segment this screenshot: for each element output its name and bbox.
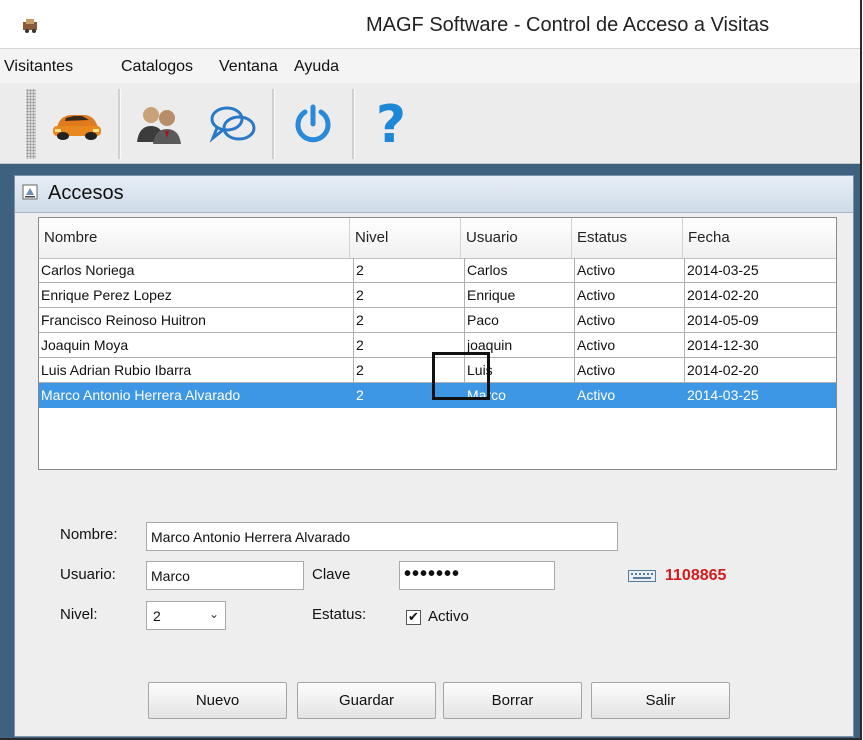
svg-text:?: ?: [376, 96, 406, 152]
cell-nombre: Luis Adrian Rubio Ibarra: [39, 358, 354, 383]
toolbar-help-button[interactable]: ?: [354, 89, 428, 159]
nuevo-button[interactable]: Nuevo: [148, 682, 287, 719]
cell-estatus: Activo: [575, 358, 685, 383]
cell-estatus: Activo: [575, 308, 685, 333]
estatus-label: Estatus:: [312, 606, 367, 623]
table-row[interactable]: Luis Adrian Rubio Ibarra 2 Luis Activo 2…: [39, 358, 836, 383]
cell-fecha: 2014-02-20: [685, 358, 836, 383]
nombre-label: Nombre:: [60, 526, 118, 543]
toolbar-separator: [272, 89, 275, 159]
cell-estatus: Activo: [575, 283, 685, 308]
guardar-button[interactable]: Guardar: [297, 682, 436, 719]
frame-title: Accesos: [48, 182, 124, 204]
cell-usuario: Enrique: [465, 283, 575, 308]
frame-title-bar[interactable]: Accesos: [15, 176, 853, 213]
window-title: MAGF Software - Control de Acceso a Visi…: [366, 14, 770, 36]
cell-usuario: Carlos: [465, 258, 575, 283]
toolbar-users-button[interactable]: [122, 89, 196, 159]
cell-nivel: 2: [354, 283, 465, 308]
toolbar-power-button[interactable]: [276, 89, 350, 159]
toolbar: ?: [0, 83, 860, 164]
column-header-usuario[interactable]: Usuario: [461, 218, 572, 258]
app-icon: [23, 19, 37, 33]
cell-nivel: 2: [354, 358, 465, 383]
table-row[interactable]: Francisco Reinoso Huitron 2 Paco Activo …: [39, 308, 836, 333]
cell-nombre: Enrique Perez Lopez: [39, 283, 354, 308]
help-icon: ?: [376, 96, 406, 152]
cell-fecha: 2014-05-09: [685, 308, 836, 333]
cell-nivel: 2: [354, 383, 465, 408]
access-code: 1108865: [665, 567, 727, 584]
keyboard-icon: [628, 570, 656, 582]
accesos-table[interactable]: Nombre Nivel Usuario Estatus Fecha Carlo…: [38, 217, 837, 470]
cell-estatus: Activo: [575, 258, 685, 283]
activo-checkbox[interactable]: ✔: [406, 610, 421, 625]
column-header-nombre[interactable]: Nombre: [39, 218, 350, 258]
column-header-estatus[interactable]: Estatus: [572, 218, 683, 258]
table-row-selected[interactable]: Marco Antonio Herrera Alvarado 2 Marco A…: [39, 383, 836, 408]
cell-estatus: Activo: [575, 333, 685, 358]
nivel-selected-value: 2: [153, 608, 161, 624]
cell-fecha: 2014-02-20: [685, 283, 836, 308]
chevron-down-icon: ⌄: [208, 607, 219, 621]
frame-icon: [22, 184, 38, 200]
toolbar-grip[interactable]: [26, 89, 36, 159]
clave-password-field[interactable]: •••••••: [399, 561, 555, 590]
menu-ayuda[interactable]: Ayuda: [294, 58, 339, 76]
power-icon: [295, 104, 331, 143]
cell-fecha: 2014-03-25: [685, 258, 836, 283]
table-header: Nombre Nivel Usuario Estatus Fecha: [39, 218, 836, 259]
menu-ventana[interactable]: Ventana: [219, 58, 278, 76]
column-header-fecha[interactable]: Fecha: [683, 218, 836, 258]
menu-visitantes[interactable]: Visitantes: [4, 58, 73, 76]
accesos-frame: Accesos Nombre Nivel Usuario Estatus Fec…: [14, 175, 854, 737]
menu-catalogos[interactable]: Catalogos: [121, 58, 193, 76]
cell-fecha: 2014-03-25: [685, 383, 836, 408]
column-header-nivel[interactable]: Nivel: [350, 218, 461, 258]
toolbar-chat-button[interactable]: [196, 89, 270, 159]
cell-usuario: Luis: [465, 358, 575, 383]
nivel-label: Nivel:: [60, 606, 98, 623]
users-icon: [137, 107, 181, 144]
cell-nombre: Carlos Noriega: [39, 258, 354, 283]
menu-bar: Visitantes Catalogos Ventana Ayuda: [0, 48, 860, 84]
salir-button[interactable]: Salir: [591, 682, 730, 719]
cell-nombre: Marco Antonio Herrera Alvarado: [39, 383, 354, 408]
nombre-field[interactable]: Marco Antonio Herrera Alvarado: [146, 522, 618, 551]
table-row[interactable]: Joaquin Moya 2 joaquin Activo 2014-12-30: [39, 333, 836, 358]
clave-label: Clave: [312, 566, 351, 583]
usuario-field[interactable]: Marco: [146, 561, 304, 590]
chat-bubbles-icon: [209, 106, 256, 143]
activo-label[interactable]: Activo: [428, 608, 469, 625]
cell-usuario: Paco: [465, 308, 575, 333]
app-window: MAGF Software - Control de Acceso a Visi…: [0, 0, 862, 740]
cell-usuario: joaquin: [465, 333, 575, 358]
cell-fecha: 2014-12-30: [685, 333, 836, 358]
toolbar-separator: [118, 89, 121, 159]
nivel-select[interactable]: 2 ⌄: [146, 601, 226, 630]
cell-nivel: 2: [354, 308, 465, 333]
cell-nombre: Joaquin Moya: [39, 333, 354, 358]
borrar-button[interactable]: Borrar: [443, 682, 582, 719]
table-row[interactable]: Carlos Noriega 2 Carlos Activo 2014-03-2…: [39, 258, 836, 283]
title-bar: MAGF Software - Control de Acceso a Visi…: [0, 0, 860, 48]
cell-nivel: 2: [354, 258, 465, 283]
cell-nombre: Francisco Reinoso Huitron: [39, 308, 354, 333]
cell-usuario: Marco: [465, 383, 575, 408]
toolbar-car-button[interactable]: [40, 89, 114, 159]
cell-estatus: Activo: [575, 383, 685, 408]
table-row[interactable]: Enrique Perez Lopez 2 Enrique Activo 201…: [39, 283, 836, 308]
cell-nivel: 2: [354, 333, 465, 358]
car-icon: [53, 115, 101, 140]
usuario-label: Usuario:: [60, 566, 116, 583]
